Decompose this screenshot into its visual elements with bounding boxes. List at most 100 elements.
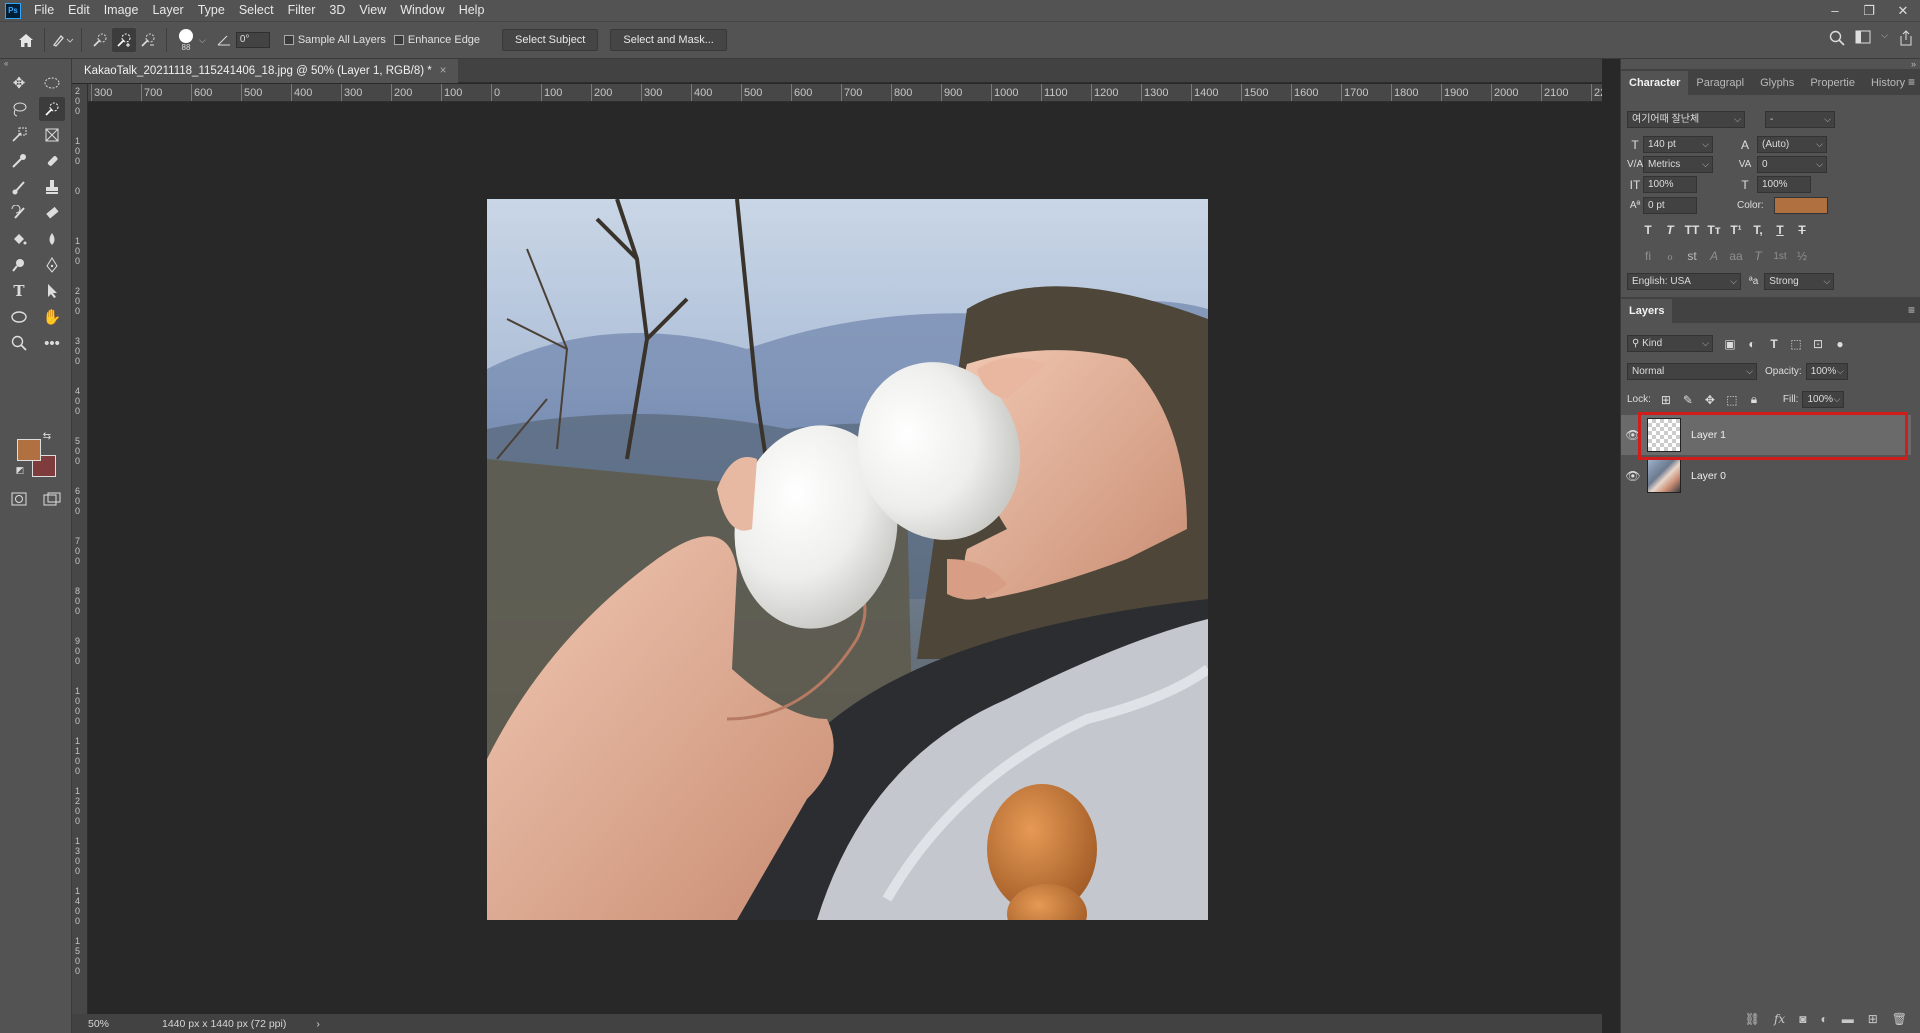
photoshop-logo-icon[interactable]: Ps [5,2,21,19]
horizontal-scale-field[interactable]: 100% [1757,176,1811,193]
layer-row-layer-0[interactable]: 👁︎ Layer 0 [1621,456,1911,496]
ellipse-marquee-tool-icon[interactable] [39,71,65,95]
all-caps-button[interactable]: TT [1681,223,1703,237]
underline-button[interactable]: T [1769,223,1791,237]
layer-name[interactable]: Layer 0 [1691,470,1726,482]
collapse-arrows-icon[interactable]: « [0,59,71,69]
brush-size-picker[interactable]: 88 [173,28,199,52]
fx-icon[interactable]: fx [1774,1012,1785,1026]
frame-tool-icon[interactable] [39,123,65,147]
menu-image[interactable]: Image [97,0,146,21]
share-icon[interactable] [1898,30,1914,49]
select-and-mask-button[interactable]: Select and Mask... [610,29,727,51]
quick-mask-icon[interactable] [6,487,32,511]
add-mask-icon[interactable]: ◙ [1799,1012,1806,1026]
search-icon[interactable] [1829,30,1845,49]
old-style-button[interactable]: ℴ [1659,249,1681,263]
font-size-field[interactable]: 140 pt ⌵ [1643,136,1713,153]
panel-menu-icon[interactable]: ≡ [1908,75,1915,89]
home-icon[interactable] [14,28,38,52]
antialias-dropdown[interactable]: Strong ⌵ [1764,273,1835,290]
new-selection-brush-icon[interactable] [88,28,112,52]
fill-field[interactable]: 100% ⌵ [1802,391,1845,408]
lock-artboard-icon[interactable]: ⬚ [1721,393,1743,407]
object-selection-tool-icon[interactable] [6,123,32,147]
menu-type[interactable]: Type [191,0,232,21]
paint-bucket-tool-icon[interactable] [6,227,32,251]
shape-layer-filter-icon[interactable]: ⬚ [1785,337,1807,351]
menu-filter[interactable]: Filter [281,0,323,21]
lock-position-icon[interactable]: ✥ [1699,393,1721,407]
baseline-shift-field[interactable]: 0 pt [1643,197,1697,214]
subscript-button[interactable]: T, [1747,223,1769,237]
visibility-eye-icon[interactable]: 👁︎ [1621,469,1645,483]
adjustment-layer-filter-icon[interactable]: ◐ [1741,337,1763,351]
vertical-ruler[interactable]: 200 100 0 100 200 300 400 500 600 700 800 900 1000 11… [72,84,88,1014]
font-style-dropdown[interactable]: - ⌵ [1765,111,1835,128]
angle-field[interactable]: 0° [235,32,270,48]
filter-toggle-icon[interactable]: ● [1829,337,1851,351]
collapse-panels-icon[interactable]: » [1911,59,1916,69]
chevron-down-icon[interactable]: ⌵ [199,35,206,46]
stylistic-alternates-button[interactable]: aa [1725,249,1747,263]
tab-layers[interactable]: Layers [1621,299,1673,323]
link-layers-icon[interactable]: ⛓︎ [1745,1012,1760,1026]
move-tool-icon[interactable]: ✥ [6,71,32,95]
pixel-layer-filter-icon[interactable]: ▣ [1719,337,1741,351]
horizontal-ruler[interactable]: 300 700 600 500 400 300 200 100 0 100 200 300 400 500… [88,84,1602,102]
document-image[interactable] [487,199,1208,920]
restore-button[interactable]: ❐ [1852,0,1886,21]
trash-icon[interactable]: 🗑︎ [1892,1012,1907,1026]
lock-image-pixels-icon[interactable]: ✎ [1677,393,1699,407]
quick-selection-tool-icon[interactable] [39,97,65,121]
path-selection-tool-icon[interactable] [39,279,65,303]
faux-bold-button[interactable]: T [1637,223,1659,237]
lock-all-icon[interactable]: 🔒︎ [1743,392,1765,407]
minimize-button[interactable]: – [1818,0,1852,21]
menu-3d[interactable]: 3D [322,0,352,21]
kerning-field[interactable]: Metrics ⌵ [1643,156,1713,173]
healing-brush-tool-icon[interactable] [39,149,65,173]
tab-glyphs[interactable]: Glyphs [1752,71,1802,95]
tab-paragraph[interactable]: Paragrapl [1688,71,1752,95]
zoom-tool-icon[interactable] [6,331,32,355]
ellipse-tool-icon[interactable] [6,305,32,329]
titling-button[interactable]: T [1747,249,1769,263]
ordinals-button[interactable]: 1st [1769,251,1791,262]
panel-menu-icon[interactable]: ≡ [1908,303,1915,317]
fractions-button[interactable]: ½ [1791,249,1813,263]
enhance-edge-checkbox[interactable]: Enhance Edge [393,34,480,46]
strikethrough-button[interactable]: T [1791,223,1813,237]
type-tool-icon[interactable]: T [6,279,32,303]
lock-transparent-pixels-icon[interactable]: ⊞ [1655,393,1677,407]
smart-object-filter-icon[interactable]: ⊡ [1807,337,1829,351]
brush-tool-icon[interactable] [6,175,32,199]
new-layer-icon[interactable]: ⊞ [1868,1012,1878,1026]
type-layer-filter-icon[interactable]: T [1763,337,1785,351]
close-window-button[interactable]: ✕ [1886,0,1920,21]
tab-character[interactable]: Character [1621,71,1689,95]
canvas-area[interactable] [89,103,1602,1014]
text-color-swatch[interactable] [1773,197,1828,214]
sample-all-layers-checkbox[interactable]: Sample All Layers [283,34,386,46]
subtract-from-selection-brush-icon[interactable] [136,28,160,52]
font-family-dropdown[interactable]: 여기어때 잘난체 ⌵ [1627,111,1745,128]
default-colors-icon[interactable]: ◩ [14,464,26,476]
more-tools-icon[interactable]: ••• [39,331,65,355]
menu-select[interactable]: Select [232,0,281,21]
eraser-tool-icon[interactable] [39,201,65,225]
ligatures-button[interactable]: fi [1637,249,1659,263]
dodge-tool-icon[interactable] [6,253,32,277]
lasso-tool-icon[interactable] [6,97,32,121]
menu-layer[interactable]: Layer [145,0,190,21]
adjustment-layer-icon[interactable]: ◐ [1820,1012,1827,1026]
discretionary-ligatures-button[interactable]: st [1681,249,1703,263]
blur-tool-icon[interactable] [39,227,65,251]
menu-edit[interactable]: Edit [61,0,97,21]
opacity-field[interactable]: 100% ⌵ [1805,363,1848,380]
status-menu-arrow-icon[interactable]: › [316,1018,320,1030]
foreground-color-swatch[interactable] [17,439,41,461]
history-brush-tool-icon[interactable] [6,201,32,225]
blend-mode-dropdown[interactable]: Normal ⌵ [1627,363,1757,380]
add-to-selection-brush-icon[interactable] [112,28,136,52]
